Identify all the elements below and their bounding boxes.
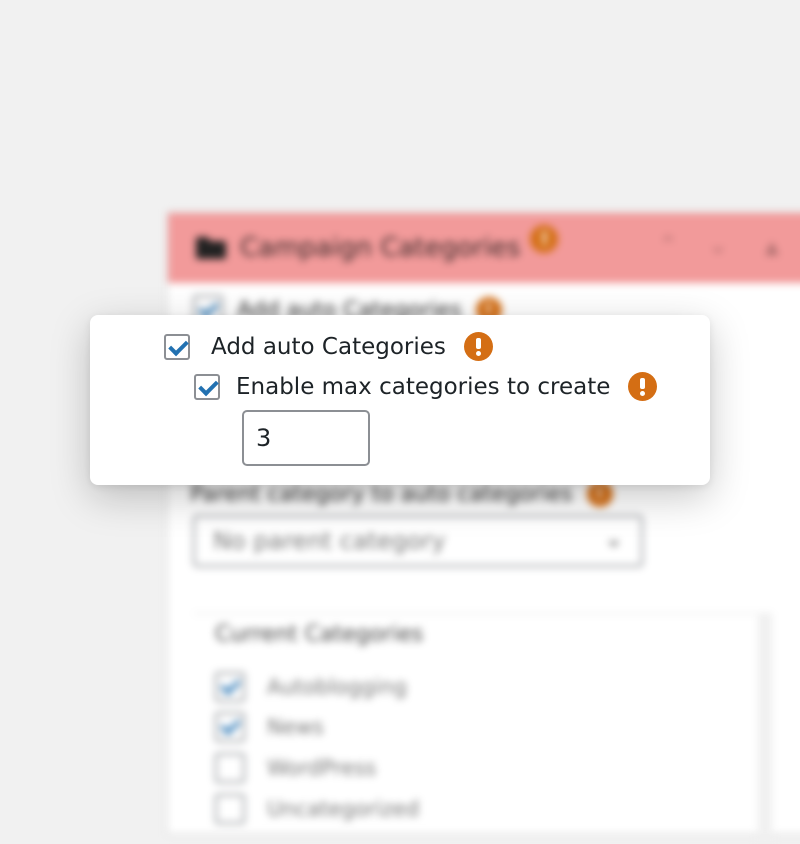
category-item[interactable]: Uncategorized [215,794,419,824]
category-label: Uncategorized [267,797,420,821]
category-label: Autoblogging [267,675,407,699]
panel-title: Campaign Categories [240,233,521,263]
header-warning-icon: ! [530,225,559,253]
campaign-categories-panel: Campaign Categories ! ⌃ ⌄ ▲ Add auto Cat… [167,212,800,843]
parent-category-select[interactable]: No parent category ⌄ [193,515,643,567]
exclamation-icon[interactable] [463,332,493,361]
category-checkbox[interactable] [215,794,245,824]
enable-max-categories-checkbox[interactable] [194,373,220,400]
folder-icon [196,237,226,259]
collapse-toggle-icon[interactable]: ▲ [765,237,779,258]
current-categories-box: Current Categories Autoblogging News Wor… [193,613,773,844]
category-item[interactable]: WordPress [215,753,376,783]
parent-category-label: Parent category to auto categories [190,481,573,507]
chevron-down-icon: ⌄ [604,527,623,552]
categories-scrollbar[interactable] [758,613,772,843]
add-auto-categories-label: Add auto Categories [211,333,446,360]
category-item[interactable]: Autoblogging [215,672,407,702]
move-down-icon[interactable]: ⌄ [708,231,728,259]
category-checkbox[interactable] [215,672,245,702]
category-label: WordPress [267,756,377,780]
enable-max-categories-label: Enable max categories to create [236,373,611,400]
exclamation-icon[interactable] [628,372,658,401]
max-categories-input[interactable] [242,410,370,466]
category-checkbox[interactable] [215,712,245,742]
parent-category-select-value: No parent category [213,527,446,555]
panel-header: Campaign Categories ! ⌃ ⌄ ▲ [168,213,800,283]
category-checkbox[interactable] [215,753,245,783]
add-auto-categories-row[interactable]: Add auto Categories [164,332,493,361]
current-categories-heading: Current Categories [215,622,424,647]
move-up-icon[interactable]: ⌃ [658,231,678,259]
category-item[interactable]: News [215,712,324,742]
auto-categories-popup: Add auto Categories Enable max categorie… [90,315,710,485]
enable-max-categories-row[interactable]: Enable max categories to create [194,372,658,401]
category-label: News [267,715,324,739]
add-auto-categories-checkbox[interactable] [164,333,190,360]
